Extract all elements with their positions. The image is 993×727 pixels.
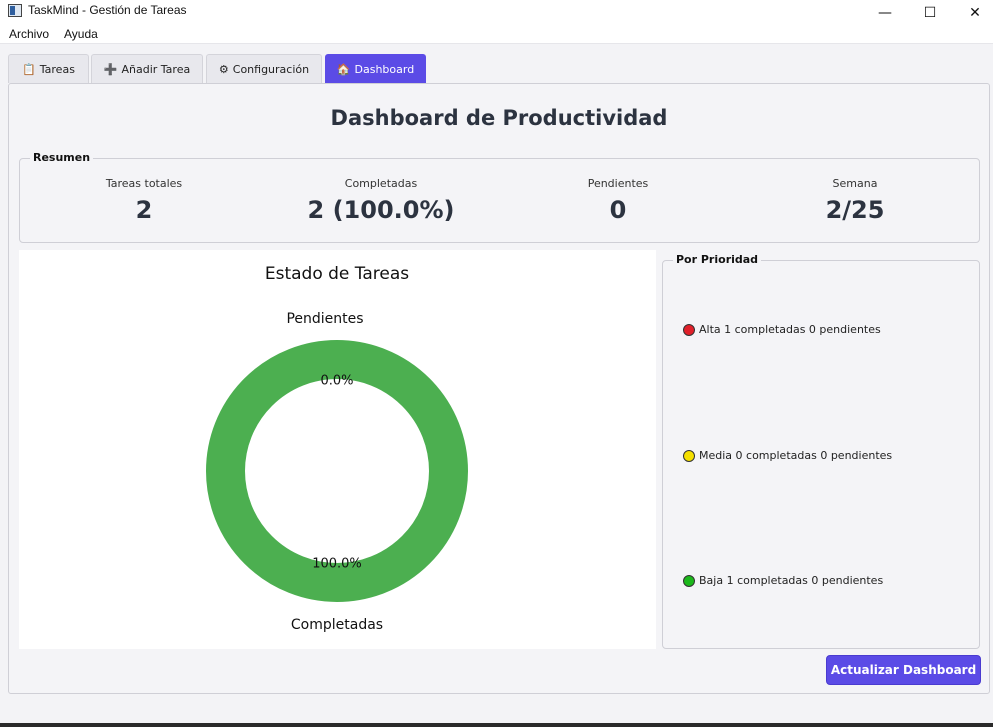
priority-text: Alta 1 completadas 0 pendientes bbox=[699, 323, 881, 336]
minimize-button[interactable]: — bbox=[862, 0, 908, 25]
stat-value: 2/25 bbox=[825, 196, 885, 224]
stat-week: Semana 2/25 bbox=[755, 177, 955, 224]
slice-label: Pendientes bbox=[286, 311, 363, 327]
priority-row-baja: Baja 1 completadas 0 pendientes bbox=[683, 574, 883, 587]
stat-pending: Pendientes 0 bbox=[518, 177, 718, 224]
tab-configuracion[interactable]: ⚙ Configuración bbox=[206, 54, 322, 83]
priority-label: Por Prioridad bbox=[673, 253, 762, 266]
close-button[interactable]: ✕ bbox=[952, 0, 993, 25]
stat-value: 0 bbox=[609, 196, 627, 224]
slice-label: Completadas bbox=[291, 617, 383, 633]
donut-chart: Estado de Tareas Pendientes 0.0% Completad… bbox=[206, 264, 468, 633]
stat-value: 2 (100.0%) bbox=[307, 196, 455, 224]
tab-label: Configuración bbox=[232, 62, 310, 76]
priority-text: Media 0 completadas 0 pendientes bbox=[699, 449, 893, 462]
tab-dashboard[interactable]: 🏠 Dashboard bbox=[325, 54, 426, 83]
taskbar-edge bbox=[0, 723, 993, 727]
app-icon bbox=[8, 4, 22, 17]
slice-pct-label: 100.0% bbox=[312, 557, 362, 572]
summary-label: Resumen bbox=[30, 151, 94, 164]
priority-row-alta: Alta 1 completadas 0 pendientes bbox=[683, 323, 881, 336]
chart-title: Estado de Tareas bbox=[265, 264, 409, 284]
page-title: Dashboard de Productividad bbox=[330, 106, 668, 130]
dashboard-panel: Dashboard de Productividad Resumen Tarea… bbox=[8, 83, 990, 694]
menu-ayuda[interactable]: Ayuda bbox=[64, 27, 98, 41]
clipboard-icon: 📋 bbox=[22, 62, 36, 76]
green-dot-icon bbox=[683, 574, 695, 587]
window-title: TaskMind - Gestión de Tareas bbox=[28, 3, 187, 17]
title-bar: TaskMind - Gestión de Tareas — ☐ ✕ bbox=[0, 0, 993, 25]
summary-group: Resumen Tareas totales 2 Completadas 2 (… bbox=[19, 151, 980, 243]
stat-label: Pendientes bbox=[587, 177, 649, 190]
gear-icon: ⚙ bbox=[218, 62, 229, 76]
menu-archivo[interactable]: Archivo bbox=[9, 27, 49, 41]
menu-bar: Archivo Ayuda bbox=[0, 25, 993, 44]
priority-group: Por Prioridad Alta 1 completadas 0 pendi… bbox=[662, 253, 980, 649]
tab-label: Dashboard bbox=[354, 62, 415, 76]
stat-label: Completadas bbox=[344, 177, 418, 190]
tab-label: Añadir Tarea bbox=[121, 62, 191, 76]
yellow-dot-icon bbox=[683, 449, 695, 462]
stat-label: Semana bbox=[832, 177, 878, 190]
priority-row-media: Media 0 completadas 0 pendientes bbox=[683, 449, 892, 462]
plus-icon: ➕ bbox=[103, 62, 118, 76]
stat-label: Tareas totales bbox=[105, 177, 183, 190]
maximize-button[interactable]: ☐ bbox=[907, 0, 953, 25]
tab-label: Tareas bbox=[39, 62, 75, 76]
refresh-dashboard-button[interactable]: Actualizar Dashboard bbox=[826, 655, 981, 685]
stat-completed: Completadas 2 (100.0%) bbox=[281, 177, 481, 224]
tab-anadir-tarea[interactable]: ➕ Añadir Tarea bbox=[91, 54, 203, 83]
stat-total: Tareas totales 2 bbox=[44, 177, 244, 224]
red-dot-icon bbox=[683, 323, 695, 336]
donut-slice-completadas bbox=[206, 340, 468, 602]
status-chart: Estado de Tareas Pendientes 0.0% Completad… bbox=[19, 250, 656, 649]
home-icon: 🏠 bbox=[336, 62, 351, 76]
stat-value: 2 bbox=[135, 196, 153, 224]
slice-pct-label: 0.0% bbox=[320, 374, 353, 389]
priority-text: Baja 1 completadas 0 pendientes bbox=[699, 574, 884, 587]
tab-tareas[interactable]: 📋 Tareas bbox=[8, 54, 89, 83]
